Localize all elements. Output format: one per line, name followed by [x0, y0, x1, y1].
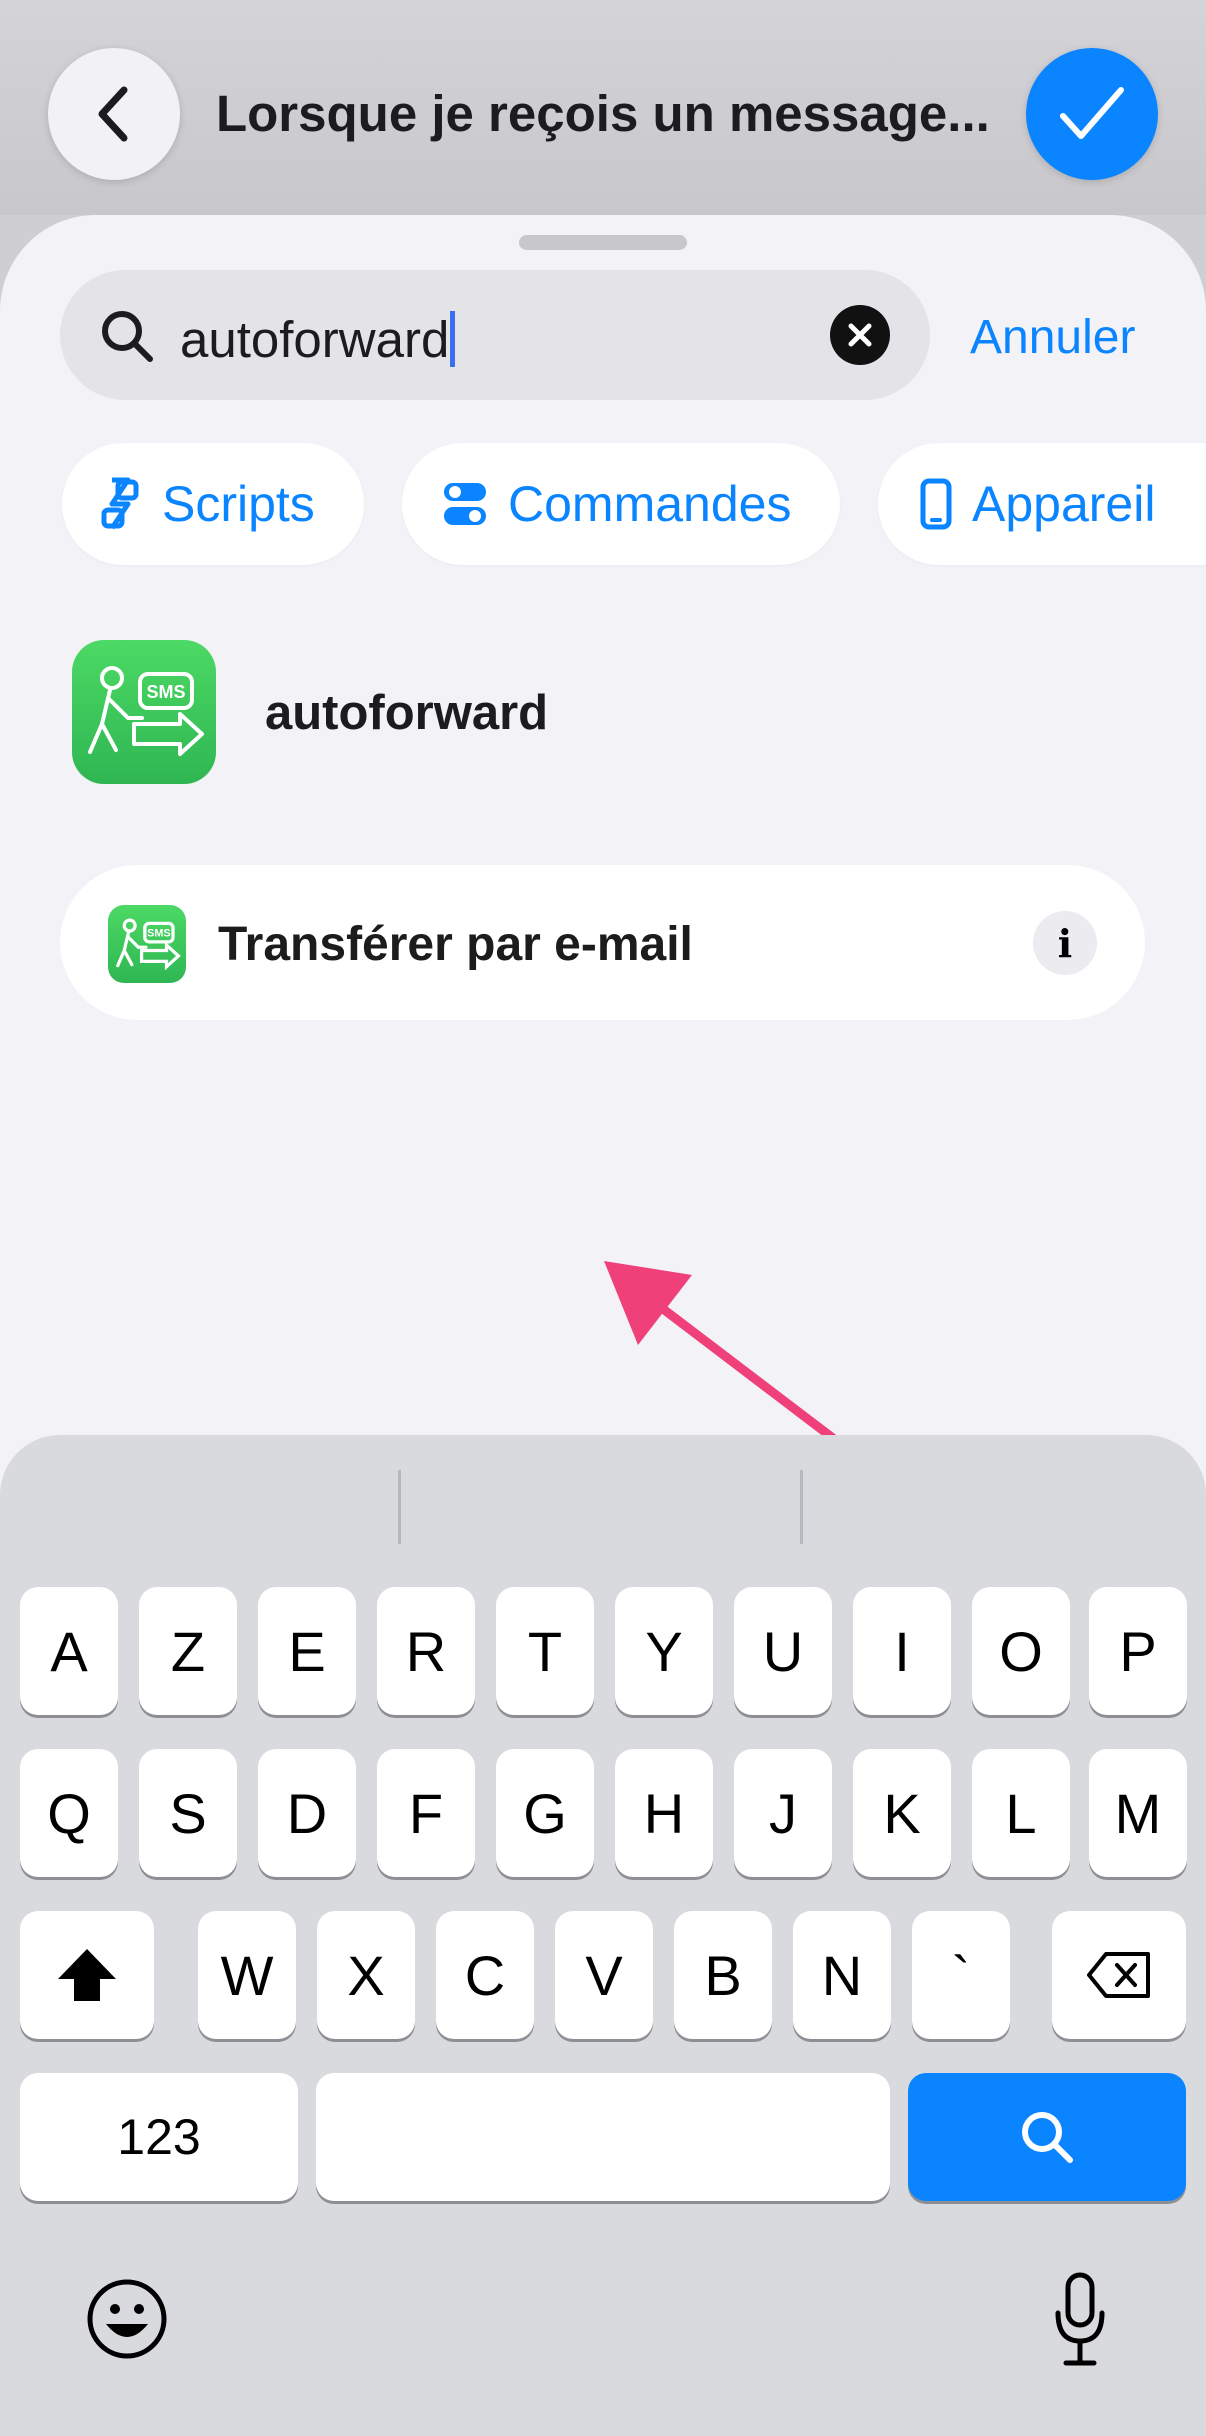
chip-scripts[interactable]: Scripts [62, 443, 364, 565]
key-r[interactable]: R [377, 1587, 475, 1715]
key-y[interactable]: Y [615, 1587, 713, 1715]
key-u[interactable]: U [734, 1587, 832, 1715]
key-b[interactable]: B [674, 1911, 772, 2039]
svg-text:SMS: SMS [147, 927, 170, 939]
key-m[interactable]: M [1089, 1749, 1187, 1877]
key-k[interactable]: K [853, 1749, 951, 1877]
prediction-divider [398, 1470, 401, 1544]
page-title: Lorsque je reçois un message... [216, 85, 990, 142]
checkmark-icon [1060, 87, 1124, 139]
xmark-icon [848, 323, 872, 347]
chip-label: Commandes [508, 476, 792, 532]
chevron-left-icon [98, 86, 128, 142]
prediction-divider [800, 1470, 803, 1544]
cancel-button[interactable]: Annuler [970, 310, 1135, 365]
key-t[interactable]: T [496, 1587, 594, 1715]
chip-commandes[interactable]: Commandes [402, 443, 840, 565]
delete-key[interactable] [1052, 1911, 1186, 2039]
delete-backward-icon [1087, 1952, 1150, 1998]
dictation-button[interactable] [1052, 2271, 1108, 2374]
key-w[interactable]: W [198, 1911, 296, 2039]
key-v[interactable]: V [555, 1911, 653, 2039]
keyboard: A Z E R T Y U I O P Q S D F G H J K L M … [0, 1435, 1206, 2436]
done-button[interactable] [1026, 48, 1158, 180]
svg-text:SMS: SMS [146, 682, 185, 702]
phone-icon [920, 478, 952, 530]
info-button[interactable]: i [1033, 911, 1097, 975]
app-name[interactable]: autoforward [265, 685, 548, 741]
emoji-icon [87, 2279, 167, 2359]
key-q[interactable]: Q [20, 1749, 118, 1877]
search-icon [102, 311, 153, 362]
key-c[interactable]: C [436, 1911, 534, 2039]
key-f[interactable]: F [377, 1749, 475, 1877]
text-caret [450, 311, 456, 367]
chip-label: Appareil [972, 476, 1156, 532]
header-bar: Lorsque je reçois un message... [0, 0, 1206, 215]
key-g[interactable]: G [496, 1749, 594, 1877]
key-d[interactable]: D [258, 1749, 356, 1877]
sheet-grabber[interactable] [519, 235, 687, 250]
clear-search-button[interactable] [830, 305, 890, 365]
toggles-icon [444, 483, 486, 525]
annotation-arrow [604, 1261, 847, 1450]
key-a[interactable]: A [20, 1587, 118, 1715]
key-o[interactable]: O [972, 1587, 1070, 1715]
action-transferer-par-email[interactable]: SMS Transférer par e-mail i [60, 865, 1145, 1020]
autoforward-action-icon: SMS [108, 905, 186, 983]
person-sms-icon: SMS [116, 918, 181, 971]
search-icon [1022, 2112, 1073, 2163]
space-key[interactable] [316, 2073, 890, 2201]
key-z[interactable]: Z [139, 1587, 237, 1715]
key-i[interactable]: I [853, 1587, 951, 1715]
emoji-button[interactable] [86, 2278, 168, 2365]
key-e[interactable]: E [258, 1587, 356, 1715]
back-button[interactable] [48, 48, 180, 180]
key-l[interactable]: L [972, 1749, 1070, 1877]
autoforward-app-icon[interactable]: SMS [72, 640, 216, 784]
key-h[interactable]: H [615, 1749, 713, 1877]
search-key[interactable] [908, 2073, 1186, 2201]
person-sms-icon: SMS [88, 666, 204, 756]
search-input[interactable]: autoforward [180, 310, 456, 369]
key-n[interactable]: N [793, 1911, 891, 2039]
chip-label: Scripts [162, 476, 315, 532]
key-x[interactable]: X [317, 1911, 415, 2039]
action-label: Transférer par e-mail [218, 918, 693, 971]
chip-appareil[interactable]: Appareil [878, 443, 1206, 565]
scripts-icon [101, 477, 139, 530]
key-j[interactable]: J [734, 1749, 832, 1877]
search-field[interactable]: autoforward [60, 270, 930, 400]
key-s[interactable]: S [139, 1749, 237, 1877]
key-grave-accent[interactable]: ` [912, 1911, 1010, 2039]
shift-arrow-icon [58, 1949, 116, 2001]
numbers-key[interactable]: 123 [20, 2073, 298, 2201]
key-p[interactable]: P [1089, 1587, 1187, 1715]
microphone-icon [1055, 2272, 1105, 2366]
shift-key[interactable] [20, 1911, 154, 2039]
